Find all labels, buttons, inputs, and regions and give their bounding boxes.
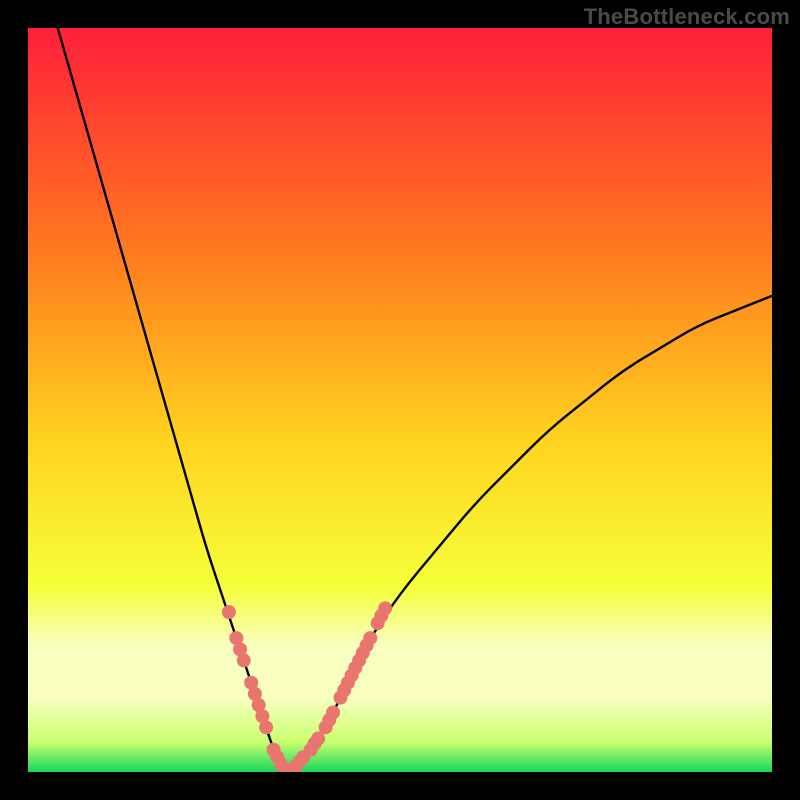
plot-svg	[28, 28, 772, 772]
dot	[326, 705, 340, 719]
dot	[222, 605, 236, 619]
dot	[363, 631, 377, 645]
chart-frame: TheBottleneck.com	[0, 0, 800, 800]
plot-area	[28, 28, 772, 772]
dot	[259, 720, 273, 734]
dot	[378, 601, 392, 615]
gradient-background	[28, 28, 772, 772]
dot	[237, 653, 251, 667]
watermark-text: TheBottleneck.com	[584, 4, 790, 30]
